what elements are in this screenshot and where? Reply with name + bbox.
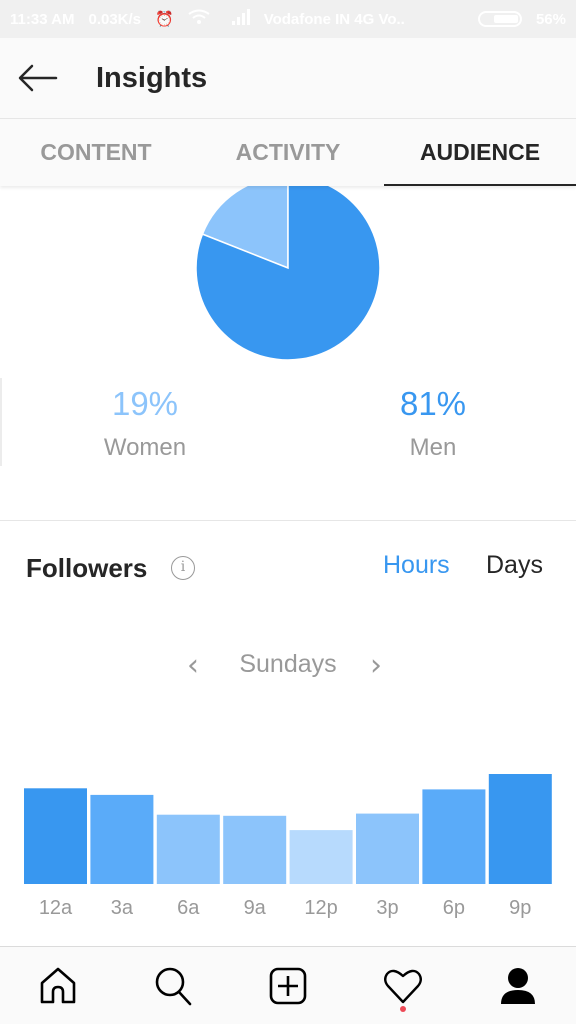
day-label: Sundays: [239, 650, 337, 678]
status-bar: 11:33 AM 0.03K/s ⏰ Vodafone IN 4G Vo.. 5…: [0, 0, 576, 38]
app-header: Insights: [0, 38, 576, 118]
status-battery: 56%: [535, 10, 566, 28]
followers-bar-chart: 12a 3a 6a 9a 12p 3p 6p 9p: [0, 740, 576, 930]
info-icon[interactable]: i: [171, 556, 195, 580]
days-toggle[interactable]: Days: [486, 551, 543, 580]
bottom-nav: [0, 947, 576, 1024]
nav-profile[interactable]: [461, 947, 576, 1024]
tab-activity[interactable]: ACTIVITY: [192, 119, 384, 186]
screen: 11:33 AM 0.03K/s ⏰ Vodafone IN 4G Vo.. 5…: [0, 0, 576, 1024]
bar-svg: 12a 3a 6a 9a 12p 3p 6p 9p: [24, 774, 552, 919]
notification-dot: [400, 1006, 407, 1012]
nav-new-post[interactable]: [230, 947, 345, 1024]
gender-women: 19% Women: [45, 380, 245, 462]
bar-6a[interactable]: [156, 814, 220, 884]
nav-activity[interactable]: [346, 947, 461, 1024]
hours-toggle[interactable]: Hours: [383, 551, 450, 580]
home-icon: [40, 967, 75, 1003]
status-net-speed: 0.03K/s: [88, 10, 142, 28]
heart-icon: [384, 969, 423, 1003]
gender-men: 81% Men: [333, 380, 533, 462]
page-title: Insights: [96, 61, 208, 94]
tab-bar: CONTENT ACTIVITY AUDIENCE: [0, 118, 576, 186]
nav-home[interactable]: [0, 947, 115, 1024]
x-tick-label: 12p: [304, 897, 337, 919]
arrow-left-icon: [18, 64, 58, 92]
status-carrier: Vodafone IN 4G Vo..: [263, 10, 405, 28]
gender-breakdown: 19% Women 81% Men: [0, 380, 576, 470]
nav-search[interactable]: [115, 947, 230, 1024]
x-tick-label: 9p: [509, 897, 531, 919]
wifi-icon: [188, 9, 210, 29]
plus-square-icon: [269, 967, 307, 1004]
section-divider: [0, 520, 576, 521]
back-button[interactable]: [0, 38, 76, 118]
women-label: Women: [103, 434, 187, 461]
followers-header: Followers i Hours Days: [0, 545, 576, 595]
tab-audience[interactable]: AUDIENCE: [384, 119, 576, 186]
tab-content[interactable]: CONTENT: [0, 119, 192, 186]
chevron-right-icon[interactable]: ›: [370, 648, 382, 684]
signal-icon: [224, 9, 250, 29]
bar-3p[interactable]: [356, 813, 419, 884]
bar-9p[interactable]: [488, 774, 552, 884]
x-tick-label: 6a: [177, 897, 200, 919]
status-time: 11:33 AM: [10, 10, 75, 28]
x-tick-label: 3a: [111, 897, 134, 919]
bar-3a[interactable]: [90, 794, 154, 884]
men-percent: 81%: [399, 385, 467, 422]
followers-title: Followers: [26, 553, 148, 583]
x-tick-label: 3p: [376, 897, 398, 919]
bar-6p[interactable]: [422, 789, 486, 884]
x-tick-label: 6p: [443, 897, 465, 919]
men-label: Men: [409, 434, 457, 461]
pie-svg: [195, 186, 381, 361]
bar-12p[interactable]: [289, 830, 353, 884]
x-tick-label: 9a: [244, 897, 267, 919]
women-percent: 19%: [111, 385, 179, 422]
profile-icon: [501, 967, 536, 1004]
bar-9a[interactable]: [223, 815, 287, 884]
search-icon: [155, 967, 192, 1005]
gender-pie-chart: [0, 186, 576, 376]
x-tick-label: 12a: [39, 897, 73, 919]
battery-icon: [477, 11, 522, 27]
alarm-icon: ⏰: [155, 11, 174, 28]
bar-12a[interactable]: [24, 788, 87, 884]
day-navigator: ‹ Sundays ›: [0, 648, 576, 688]
